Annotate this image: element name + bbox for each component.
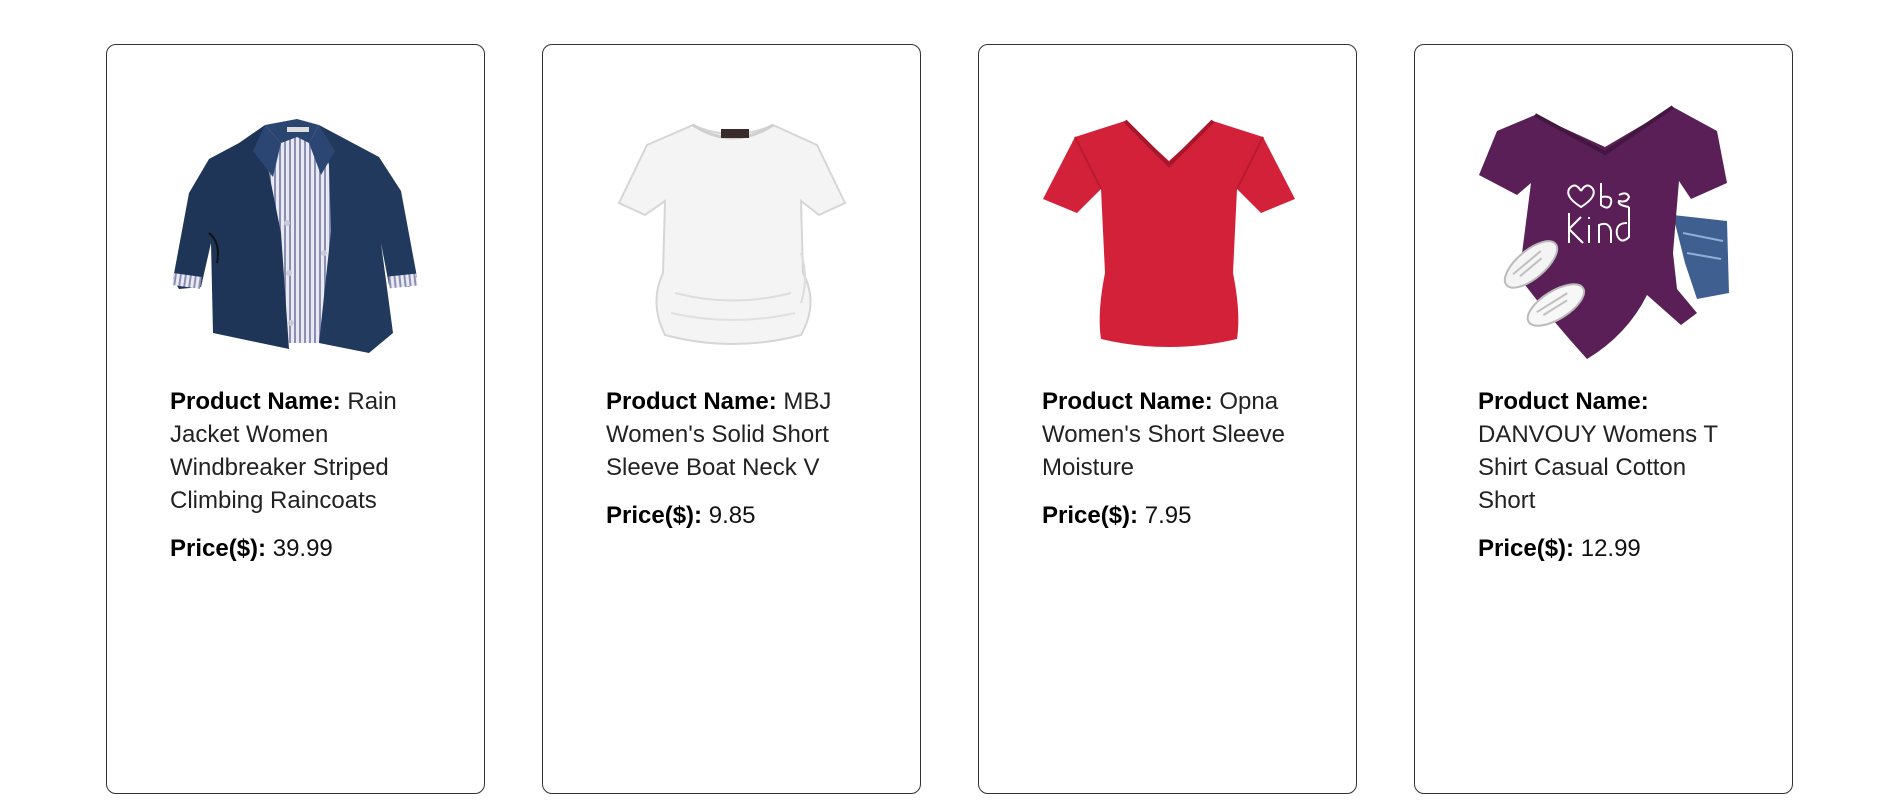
product-price-label: Price($):	[1478, 535, 1575, 562]
product-info: Product Name: MBJ Women's Solid Short Sl…	[606, 385, 861, 532]
product-price: Price($): 12.99	[1478, 532, 1733, 565]
product-card[interactable]: Product Name: Rain Jacket Women Windbrea…	[106, 44, 485, 794]
product-price: Price($): 7.95	[1042, 499, 1297, 532]
product-price-label: Price($):	[1042, 502, 1139, 529]
product-image-purple-be-kind-tshirt[interactable]	[1477, 103, 1733, 359]
product-price: Price($): 9.85	[606, 499, 861, 532]
product-name-value: DANVOUY Womens T Shirt Casual Cotton Sho…	[1478, 421, 1718, 514]
product-price-value: 39.99	[272, 535, 333, 562]
product-image-red-vneck-tshirt[interactable]	[1041, 103, 1297, 359]
product-image-white-tshirt[interactable]	[605, 103, 861, 359]
product-name-label: Product Name:	[1478, 388, 1649, 415]
product-info: Product Name: Rain Jacket Women Windbrea…	[170, 385, 425, 565]
product-name: Product Name: Opna Women's Short Sleeve …	[1042, 385, 1297, 484]
product-card[interactable]: Product Name: MBJ Women's Solid Short Sl…	[542, 44, 921, 794]
product-price-value: 7.95	[1144, 502, 1192, 529]
product-name: Product Name: DANVOUY Womens T Shirt Cas…	[1478, 385, 1733, 517]
product-name-label: Product Name:	[170, 388, 341, 415]
product-card[interactable]: Product Name: Opna Women's Short Sleeve …	[978, 44, 1357, 794]
product-grid: Product Name: Rain Jacket Women Windbrea…	[106, 44, 1793, 794]
product-price: Price($): 39.99	[170, 532, 425, 565]
product-name-label: Product Name:	[606, 388, 777, 415]
product-name: Product Name: Rain Jacket Women Windbrea…	[170, 385, 425, 517]
product-info: Product Name: DANVOUY Womens T Shirt Cas…	[1478, 385, 1733, 565]
product-price-label: Price($):	[170, 535, 267, 562]
product-price-value: 9.85	[708, 502, 756, 529]
product-info: Product Name: Opna Women's Short Sleeve …	[1042, 385, 1297, 532]
product-name-label: Product Name:	[1042, 388, 1213, 415]
product-price-label: Price($):	[606, 502, 703, 529]
product-name: Product Name: MBJ Women's Solid Short Sl…	[606, 385, 861, 484]
product-card[interactable]: Product Name: DANVOUY Womens T Shirt Cas…	[1414, 44, 1793, 794]
product-price-value: 12.99	[1580, 535, 1641, 562]
product-image-navy-rain-jacket[interactable]	[169, 103, 425, 359]
